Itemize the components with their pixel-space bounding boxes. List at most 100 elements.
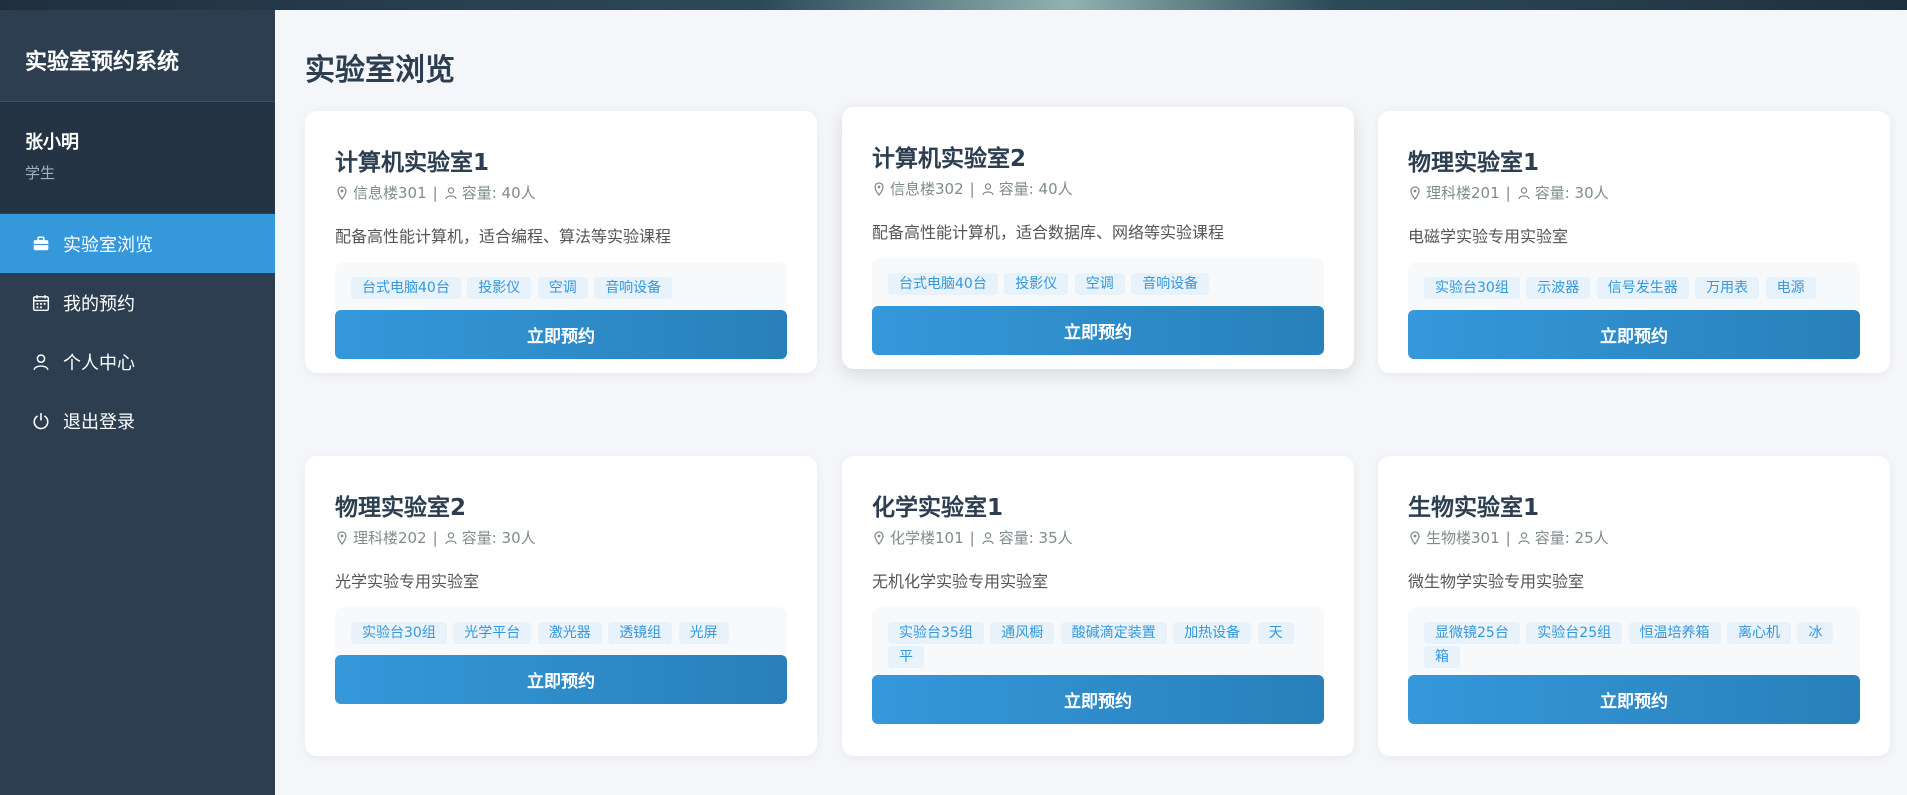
lab-description: 电磁学实验专用实验室 xyxy=(1408,227,1569,246)
lab-capacity: 容量: 40人 xyxy=(998,180,1073,198)
location-icon xyxy=(874,181,884,196)
location-icon xyxy=(337,530,347,545)
lab-description: 光学实验专用实验室 xyxy=(335,572,480,591)
sidebar-item-label: 我的预约 xyxy=(63,293,135,315)
equipment-tag: 投影仪 xyxy=(1004,273,1069,295)
equipment-tag: 音响设备 xyxy=(1131,273,1210,295)
equipment-tag: 显微镜25台 xyxy=(1424,622,1520,644)
equipment-tag: 光屏 xyxy=(678,622,729,644)
lab-location: 理科楼201 xyxy=(1426,184,1500,202)
book-now-button[interactable]: 立即预约 xyxy=(335,655,787,704)
equipment-tag: 离心机 xyxy=(1727,622,1792,644)
lab-description: 配备高性能计算机，适合编程、算法等实验课程 xyxy=(335,227,672,246)
equipment-list: 显微镜25台 实验台25组 恒温培养箱 离心机 冰箱 xyxy=(1408,607,1860,683)
user-name: 张小明 xyxy=(25,132,79,153)
lab-name: 化学实验室1 xyxy=(872,495,1004,521)
lab-name: 计算机实验室1 xyxy=(335,150,490,176)
lab-meta: 理科楼202 | 容量: 30人 xyxy=(335,527,536,548)
equipment-tag: 酸碱滴定装置 xyxy=(1060,622,1167,644)
equipment-list: 实验台35组 通风橱 酸碱滴定装置 加热设备 天平 xyxy=(872,607,1324,683)
person-icon xyxy=(445,186,457,199)
lab-name: 计算机实验室2 xyxy=(872,146,1027,172)
lab-meta: 生物楼301 | 容量: 25人 xyxy=(1408,527,1609,548)
user-role: 学生 xyxy=(25,164,56,182)
meta-separator: | xyxy=(1505,528,1511,547)
meta-separator: | xyxy=(969,179,975,198)
lab-capacity: 容量: 30人 xyxy=(461,529,536,547)
sidebar-item-my-bookings[interactable]: 我的预约 xyxy=(0,273,275,332)
sidebar-item-label: 个人中心 xyxy=(63,352,135,374)
equipment-tag: 实验台35组 xyxy=(888,622,984,644)
person-icon xyxy=(1518,531,1530,544)
briefcase-icon xyxy=(31,234,51,254)
sidebar-item-label: 实验室浏览 xyxy=(63,234,153,256)
person-icon xyxy=(445,531,457,544)
equipment-tag: 空调 xyxy=(537,277,588,299)
sidebar-menu: 实验室浏览 我的预约 个人中心 退出登录 xyxy=(0,214,275,450)
location-icon xyxy=(874,530,884,545)
sidebar-item-profile[interactable]: 个人中心 xyxy=(0,332,275,391)
lab-capacity: 容量: 40人 xyxy=(461,184,536,202)
equipment-tag: 通风橱 xyxy=(990,622,1055,644)
equipment-list: 台式电脑40台 投影仪 空调 音响设备 xyxy=(872,258,1324,312)
lab-name: 物理实验室1 xyxy=(1408,150,1540,176)
lab-capacity: 容量: 25人 xyxy=(1534,529,1609,547)
lab-meta: 信息楼302 | 容量: 40人 xyxy=(872,178,1073,199)
person-icon xyxy=(1518,186,1530,199)
person-icon xyxy=(982,182,994,195)
lab-meta: 理科楼201 | 容量: 30人 xyxy=(1408,182,1609,203)
power-icon xyxy=(31,411,51,431)
equipment-tag: 空调 xyxy=(1074,273,1125,295)
lab-description: 微生物学实验专用实验室 xyxy=(1408,572,1585,591)
meta-separator: | xyxy=(1505,183,1511,202)
equipment-tag: 实验台30组 xyxy=(351,622,447,644)
page-title: 实验室浏览 xyxy=(305,53,455,88)
lab-capacity: 容量: 35人 xyxy=(998,529,1073,547)
book-now-button[interactable]: 立即预约 xyxy=(1408,310,1860,359)
lab-location: 信息楼302 xyxy=(890,180,964,198)
equipment-list: 台式电脑40台 投影仪 空调 音响设备 xyxy=(335,262,787,316)
equipment-tag: 透镜组 xyxy=(608,622,673,644)
sidebar-item-logout[interactable]: 退出登录 xyxy=(0,391,275,450)
lab-card: 生物实验室1 生物楼301 | 容量: 25人 微生物学实验专用实验室 显微镜2… xyxy=(1378,456,1890,756)
lab-card: 计算机实验室2 信息楼302 | 容量: 40人 配备高性能计算机，适合数据库、… xyxy=(842,107,1354,369)
book-now-button[interactable]: 立即预约 xyxy=(872,675,1324,724)
book-now-button[interactable]: 立即预约 xyxy=(1408,675,1860,724)
equipment-tag: 光学平台 xyxy=(453,622,532,644)
lab-name: 物理实验室2 xyxy=(335,495,467,521)
user-info: 张小明 学生 xyxy=(0,102,275,213)
equipment-tag: 台式电脑40台 xyxy=(888,273,998,295)
sidebar-item-lab-browse[interactable]: 实验室浏览 xyxy=(0,214,275,273)
location-icon xyxy=(337,185,347,200)
lab-card: 物理实验室2 理科楼202 | 容量: 30人 光学实验专用实验室 实验台30组… xyxy=(305,456,817,756)
meta-separator: | xyxy=(432,183,438,202)
lab-card: 化学实验室1 化学楼101 | 容量: 35人 无机化学实验专用实验室 实验台3… xyxy=(842,456,1354,756)
equipment-tag: 加热设备 xyxy=(1173,622,1252,644)
lab-meta: 信息楼301 | 容量: 40人 xyxy=(335,182,536,203)
meta-separator: | xyxy=(969,528,975,547)
lab-card: 计算机实验室1 信息楼301 | 容量: 40人 配备高性能计算机，适合编程、算… xyxy=(305,111,817,373)
book-now-button[interactable]: 立即预约 xyxy=(335,310,787,359)
equipment-tag: 实验台30组 xyxy=(1424,277,1520,299)
equipment-tag: 激光器 xyxy=(537,622,602,644)
app-title: 实验室预约系统 xyxy=(0,10,275,102)
meta-separator: | xyxy=(432,528,438,547)
user-icon xyxy=(31,352,51,372)
lab-meta: 化学楼101 | 容量: 35人 xyxy=(872,527,1073,548)
equipment-tag: 示波器 xyxy=(1526,277,1591,299)
sidebar: 实验室预约系统 张小明 学生 实验室浏览 我的预约 个人中心 退出登录 xyxy=(0,10,275,795)
equipment-tag: 万用表 xyxy=(1695,277,1760,299)
main-content: 实验室浏览 计算机实验室1 信息楼301 | 容量: 40人 配备高性能计算机，… xyxy=(275,10,1907,795)
lab-card: 物理实验室1 理科楼201 | 容量: 30人 电磁学实验专用实验室 实验台30… xyxy=(1378,111,1890,373)
lab-location: 生物楼301 xyxy=(1426,529,1500,547)
lab-description: 无机化学实验专用实验室 xyxy=(872,572,1049,591)
lab-description: 配备高性能计算机，适合数据库、网络等实验课程 xyxy=(872,223,1225,242)
book-now-button[interactable]: 立即预约 xyxy=(872,306,1324,355)
lab-location: 化学楼101 xyxy=(890,529,964,547)
lab-location: 理科楼202 xyxy=(353,529,427,547)
lab-location: 信息楼301 xyxy=(353,184,427,202)
lab-name: 生物实验室1 xyxy=(1408,495,1540,521)
equipment-list: 实验台30组 示波器 信号发生器 万用表 电源 xyxy=(1408,262,1860,316)
sidebar-item-label: 退出登录 xyxy=(63,411,135,433)
equipment-tag: 投影仪 xyxy=(467,277,532,299)
